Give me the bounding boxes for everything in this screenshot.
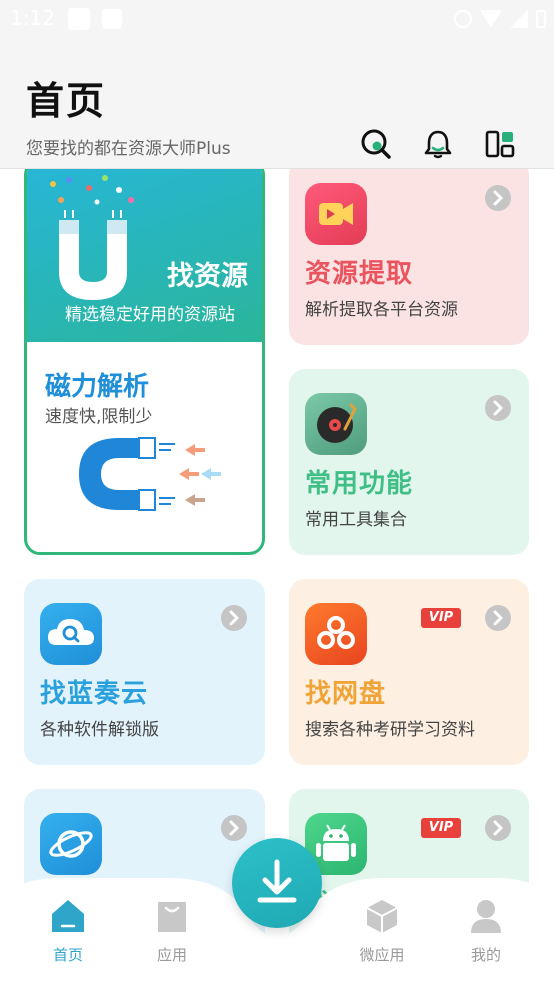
- common-tools-title: 常用功能: [305, 469, 414, 499]
- status-bar: 1:12: [0, 0, 554, 38]
- nav-mine[interactable]: 我的: [446, 898, 526, 978]
- netdisk-desc: 搜索各种考研学习资料: [305, 720, 475, 740]
- planet-icon: [40, 813, 102, 875]
- vip-badge: VIP: [421, 818, 461, 838]
- resource-extract-title: 资源提取: [305, 259, 414, 289]
- lanzou-card[interactable]: 找蓝奏云 各种软件解锁版: [24, 579, 265, 765]
- nav-home[interactable]: 首页: [28, 898, 108, 978]
- nav-mine-label: 我的: [470, 946, 501, 964]
- home-icon: [52, 900, 84, 932]
- find-resources-title: 找资源: [167, 261, 248, 292]
- lanzou-title: 找蓝奏云: [40, 679, 149, 709]
- chevron-right-icon: [485, 395, 511, 421]
- bag-icon: [158, 902, 186, 932]
- app-header: 首页 您要找的都在资源大师Plus: [0, 38, 554, 169]
- netdisk-title: 找网盘: [305, 679, 387, 709]
- dnd-icon: [454, 10, 472, 28]
- magnet-u-icon: [50, 175, 134, 300]
- user-icon: [471, 900, 501, 933]
- common-tools-desc: 常用工具集合: [305, 510, 407, 530]
- vip-badge: VIP: [421, 608, 461, 628]
- nav-mini-apps[interactable]: 微应用: [342, 898, 422, 978]
- chevron-right-icon: [485, 185, 511, 211]
- app-notification-icon: [102, 9, 122, 29]
- find-resources-desc: 精选稳定好用的资源站: [65, 305, 235, 325]
- netdisk-card[interactable]: VIP 找网盘 搜索各种考研学习资料: [289, 579, 529, 765]
- signal-icon: [510, 10, 528, 28]
- cube-icon: [366, 900, 398, 933]
- nav-apps[interactable]: 应用: [132, 898, 212, 978]
- common-tools-card[interactable]: 常用功能 常用工具集合: [289, 369, 529, 555]
- cloud-search-icon: [40, 603, 102, 665]
- resource-extract-card[interactable]: 资源提取 解析提取各平台资源: [289, 169, 529, 345]
- magnet-icon: [79, 437, 221, 511]
- nav-apps-label: 应用: [156, 946, 187, 964]
- vinyl-icon: [305, 393, 367, 455]
- page-title: 首页: [26, 79, 107, 123]
- bell-icon[interactable]: [422, 128, 454, 160]
- wifi-icon: [480, 10, 502, 28]
- find-resources-card[interactable]: 找资源 精选稳定好用的资源站 磁力解析 速度快,限制少: [24, 169, 265, 555]
- baidu-pan-icon: [305, 603, 367, 665]
- lanzou-desc: 各种软件解锁版: [40, 720, 159, 740]
- search-icon[interactable]: [360, 128, 392, 160]
- magnet-parse-title: 磁力解析: [45, 372, 150, 402]
- notification-icon: [68, 8, 90, 30]
- page-subtitle: 您要找的都在资源大师Plus: [26, 139, 231, 159]
- chevron-right-icon: [485, 605, 511, 631]
- nav-mini-apps-label: 微应用: [359, 946, 405, 964]
- nav-home-label: 首页: [52, 946, 83, 964]
- find-resources-banner: 找资源 精选稳定好用的资源站: [27, 169, 262, 342]
- status-time: 1:12: [10, 6, 55, 30]
- resource-extract-desc: 解析提取各平台资源: [305, 300, 458, 320]
- magnet-parse-desc: 速度快,限制少: [45, 407, 153, 427]
- dashboard-icon[interactable]: [484, 128, 516, 160]
- battery-icon: [536, 10, 546, 28]
- video-icon: [305, 183, 367, 245]
- download-icon: [257, 859, 297, 903]
- chevron-right-icon: [221, 605, 247, 631]
- download-fab[interactable]: [232, 838, 322, 928]
- chevron-right-icon: [485, 815, 511, 841]
